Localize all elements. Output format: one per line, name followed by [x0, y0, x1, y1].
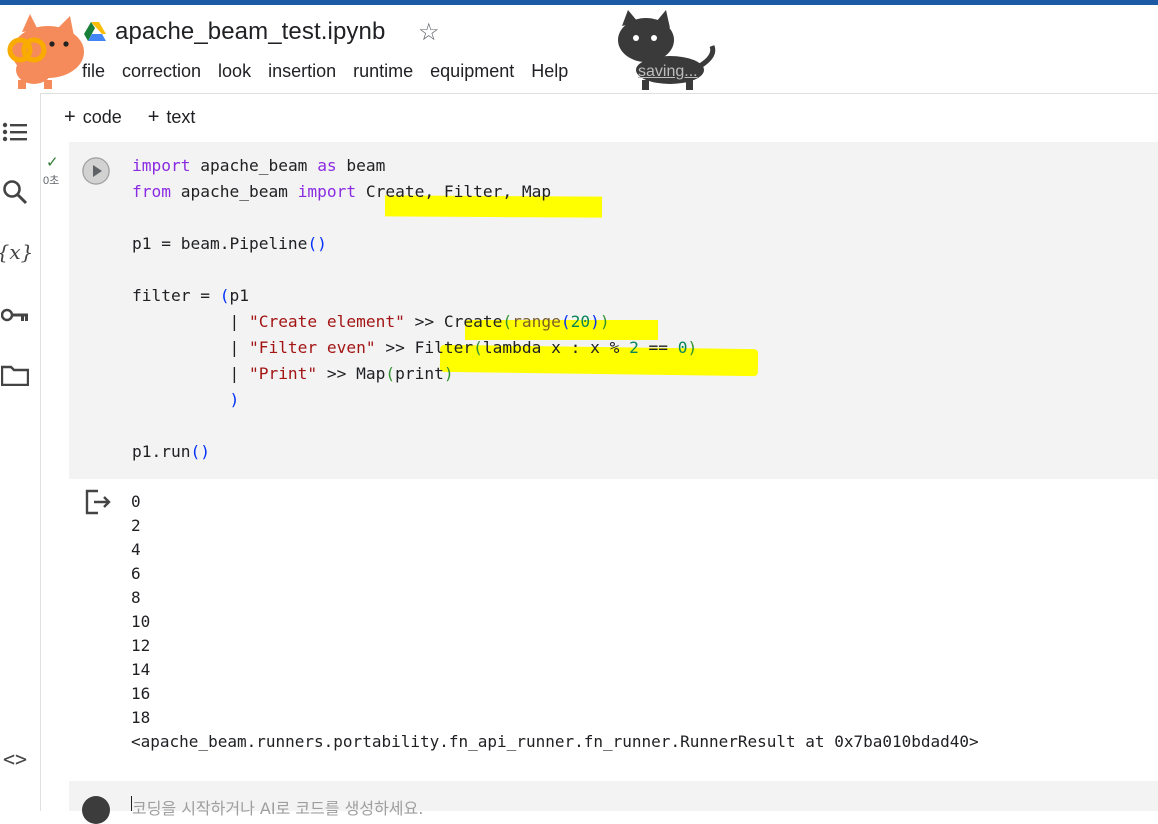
code-line: from apache_beam import Create, Filter, …: [132, 182, 552, 201]
menu-correction[interactable]: correction: [122, 61, 201, 82]
menu-help[interactable]: Help: [531, 61, 568, 82]
output-icon[interactable]: [84, 489, 112, 520]
output-line: 10: [131, 612, 151, 631]
output-line: 16: [131, 684, 151, 703]
add-code-button[interactable]: + code: [64, 106, 122, 129]
run-icon[interactable]: [82, 157, 110, 185]
top-accent-bar: [0, 0, 1158, 5]
menu-equipment[interactable]: equipment: [430, 61, 514, 82]
code-line: p1 = beam.Pipeline(): [132, 234, 327, 253]
code-line: | "Create element" >> Create(range(20)): [132, 312, 610, 331]
header-divider: [40, 93, 1158, 94]
add-code-label: code: [82, 107, 122, 127]
star-icon[interactable]: ☆: [418, 18, 440, 47]
output-line: <apache_beam.runners.portability.fn_api_…: [131, 732, 979, 751]
saving-status: saving...: [638, 63, 698, 80]
output-line: 8: [131, 588, 141, 607]
left-rail: {x} <>: [0, 94, 41, 811]
notebook-title[interactable]: apache_beam_test.ipynb: [115, 18, 385, 46]
add-text-button[interactable]: + text: [148, 106, 196, 129]
output-line: 2: [131, 516, 141, 535]
folder-icon[interactable]: [0, 360, 30, 390]
output-line: 14: [131, 660, 151, 679]
code-snippets-icon[interactable]: <>: [0, 744, 30, 774]
run-icon[interactable]: [82, 796, 110, 824]
code-line: filter = (p1: [132, 286, 249, 305]
output-line: 6: [131, 564, 141, 583]
variables-icon[interactable]: {x}: [0, 237, 33, 267]
code-line: | "Filter even" >> Filter(lambda x : x %…: [132, 338, 698, 357]
cell-output: 0 2 4 6 8 10 12 14 16 18 <apache_beam.runners.port…: [131, 490, 979, 754]
plus-icon: +: [64, 106, 76, 128]
cell-toolbar: + code + text: [64, 106, 221, 129]
output-line: 12: [131, 636, 151, 655]
code-line: p1.run(): [132, 442, 210, 461]
key-icon[interactable]: [0, 300, 30, 330]
output-line: 0: [131, 492, 141, 511]
code-line: ): [229, 390, 240, 409]
colab-logo[interactable]: [0, 8, 92, 90]
code-editor[interactable]: import apache_beam as beam from apache_b…: [132, 153, 697, 465]
toc-icon[interactable]: [0, 117, 30, 147]
plus-icon: +: [147, 106, 160, 128]
code-line: | "Print" >> Map(print): [132, 364, 454, 383]
execution-time: 0초: [43, 175, 60, 187]
output-line: 18: [131, 708, 151, 727]
menu-bar: file correction look insertion runtime e…: [82, 61, 585, 82]
cell-placeholder: 코딩을 시작하거나 AI로 코드를 생성하세요.: [132, 799, 424, 818]
check-icon: ✓: [46, 154, 59, 171]
output-line: 4: [131, 540, 141, 559]
search-icon[interactable]: [0, 177, 30, 207]
menu-file[interactable]: file: [82, 61, 105, 82]
menu-look[interactable]: look: [218, 61, 251, 82]
drive-icon[interactable]: [84, 22, 106, 42]
add-text-label: text: [166, 107, 196, 127]
menu-runtime[interactable]: runtime: [353, 61, 413, 82]
code-line: import apache_beam as beam: [132, 156, 386, 175]
menu-insertion[interactable]: insertion: [268, 61, 336, 82]
